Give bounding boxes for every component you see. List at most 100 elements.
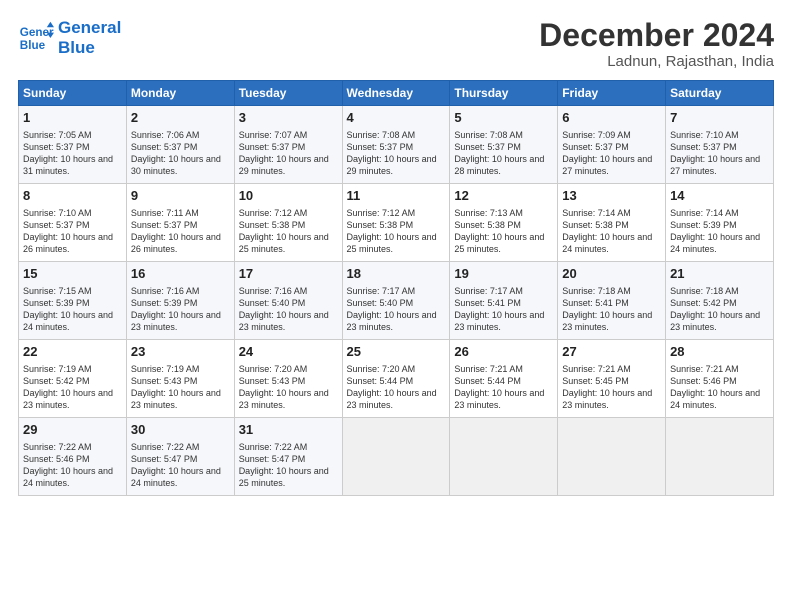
- day-number: 26: [454, 343, 553, 361]
- subtitle: Ladnun, Rajasthan, India: [539, 53, 774, 70]
- daylight-label: Daylight: 10 hours and 23 minutes.: [454, 310, 544, 332]
- daylight-label: Daylight: 10 hours and 24 minutes.: [131, 466, 221, 488]
- daylight-label: Daylight: 10 hours and 23 minutes.: [562, 310, 652, 332]
- day-cell: 11 Sunrise: 7:12 AM Sunset: 5:38 PM Dayl…: [342, 184, 450, 262]
- day-cell: 17 Sunrise: 7:16 AM Sunset: 5:40 PM Dayl…: [234, 262, 342, 340]
- sunset-label: Sunset: 5:38 PM: [562, 220, 629, 230]
- sunset-label: Sunset: 5:43 PM: [239, 376, 306, 386]
- daylight-label: Daylight: 10 hours and 23 minutes.: [347, 310, 437, 332]
- daylight-label: Daylight: 10 hours and 23 minutes.: [347, 388, 437, 410]
- week-row-4: 22 Sunrise: 7:19 AM Sunset: 5:42 PM Dayl…: [19, 340, 774, 418]
- logo-line2: Blue: [58, 38, 121, 58]
- sunrise-label: Sunrise: 7:10 AM: [23, 208, 92, 218]
- week-row-1: 1 Sunrise: 7:05 AM Sunset: 5:37 PM Dayli…: [19, 106, 774, 184]
- sunset-label: Sunset: 5:37 PM: [454, 142, 521, 152]
- sunset-label: Sunset: 5:41 PM: [562, 298, 629, 308]
- day-cell: 29 Sunrise: 7:22 AM Sunset: 5:46 PM Dayl…: [19, 418, 127, 496]
- sunset-label: Sunset: 5:41 PM: [454, 298, 521, 308]
- daylight-label: Daylight: 10 hours and 26 minutes.: [131, 232, 221, 254]
- sunset-label: Sunset: 5:45 PM: [562, 376, 629, 386]
- sunrise-label: Sunrise: 7:12 AM: [347, 208, 416, 218]
- day-number: 16: [131, 265, 230, 283]
- sunrise-label: Sunrise: 7:06 AM: [131, 130, 200, 140]
- week-row-5: 29 Sunrise: 7:22 AM Sunset: 5:46 PM Dayl…: [19, 418, 774, 496]
- day-cell: 26 Sunrise: 7:21 AM Sunset: 5:44 PM Dayl…: [450, 340, 558, 418]
- sunrise-label: Sunrise: 7:11 AM: [131, 208, 199, 218]
- sunrise-label: Sunrise: 7:14 AM: [670, 208, 739, 218]
- sunrise-label: Sunrise: 7:09 AM: [562, 130, 631, 140]
- day-number: 17: [239, 265, 338, 283]
- day-number: 12: [454, 187, 553, 205]
- day-number: 15: [23, 265, 122, 283]
- daylight-label: Daylight: 10 hours and 24 minutes.: [670, 388, 760, 410]
- calendar-header-row: SundayMondayTuesdayWednesdayThursdayFrid…: [19, 81, 774, 106]
- day-cell: 5 Sunrise: 7:08 AM Sunset: 5:37 PM Dayli…: [450, 106, 558, 184]
- sunset-label: Sunset: 5:44 PM: [454, 376, 521, 386]
- day-number: 8: [23, 187, 122, 205]
- header: General Blue General Blue December 2024 …: [18, 18, 774, 70]
- day-cell: 4 Sunrise: 7:08 AM Sunset: 5:37 PM Dayli…: [342, 106, 450, 184]
- day-number: 3: [239, 109, 338, 127]
- header-sunday: Sunday: [19, 81, 127, 106]
- daylight-label: Daylight: 10 hours and 24 minutes.: [562, 232, 652, 254]
- day-number: 21: [670, 265, 769, 283]
- daylight-label: Daylight: 10 hours and 24 minutes.: [670, 232, 760, 254]
- day-cell: 31 Sunrise: 7:22 AM Sunset: 5:47 PM Dayl…: [234, 418, 342, 496]
- header-monday: Monday: [126, 81, 234, 106]
- logo: General Blue General Blue: [18, 18, 121, 59]
- sunset-label: Sunset: 5:39 PM: [670, 220, 737, 230]
- day-cell: 27 Sunrise: 7:21 AM Sunset: 5:45 PM Dayl…: [558, 340, 666, 418]
- header-thursday: Thursday: [450, 81, 558, 106]
- sunrise-label: Sunrise: 7:18 AM: [562, 286, 631, 296]
- sunset-label: Sunset: 5:38 PM: [454, 220, 521, 230]
- header-friday: Friday: [558, 81, 666, 106]
- day-cell: 3 Sunrise: 7:07 AM Sunset: 5:37 PM Dayli…: [234, 106, 342, 184]
- sunset-label: Sunset: 5:38 PM: [239, 220, 306, 230]
- day-number: 25: [347, 343, 446, 361]
- sunrise-label: Sunrise: 7:22 AM: [239, 442, 308, 452]
- sunrise-label: Sunrise: 7:17 AM: [454, 286, 523, 296]
- daylight-label: Daylight: 10 hours and 27 minutes.: [562, 154, 652, 176]
- month-title: December 2024: [539, 18, 774, 53]
- sunset-label: Sunset: 5:46 PM: [670, 376, 737, 386]
- sunset-label: Sunset: 5:37 PM: [131, 220, 198, 230]
- day-number: 7: [670, 109, 769, 127]
- daylight-label: Daylight: 10 hours and 23 minutes.: [454, 388, 544, 410]
- sunrise-label: Sunrise: 7:20 AM: [347, 364, 416, 374]
- daylight-label: Daylight: 10 hours and 26 minutes.: [23, 232, 113, 254]
- sunrise-label: Sunrise: 7:20 AM: [239, 364, 308, 374]
- daylight-label: Daylight: 10 hours and 25 minutes.: [347, 232, 437, 254]
- day-number: 1: [23, 109, 122, 127]
- daylight-label: Daylight: 10 hours and 29 minutes.: [347, 154, 437, 176]
- page-container: General Blue General Blue December 2024 …: [0, 0, 792, 506]
- sunrise-label: Sunrise: 7:13 AM: [454, 208, 523, 218]
- sunrise-label: Sunrise: 7:15 AM: [23, 286, 92, 296]
- day-cell: 13 Sunrise: 7:14 AM Sunset: 5:38 PM Dayl…: [558, 184, 666, 262]
- sunset-label: Sunset: 5:37 PM: [23, 220, 90, 230]
- day-cell: 28 Sunrise: 7:21 AM Sunset: 5:46 PM Dayl…: [666, 340, 774, 418]
- daylight-label: Daylight: 10 hours and 27 minutes.: [670, 154, 760, 176]
- daylight-label: Daylight: 10 hours and 29 minutes.: [239, 154, 329, 176]
- daylight-label: Daylight: 10 hours and 23 minutes.: [670, 310, 760, 332]
- day-number: 24: [239, 343, 338, 361]
- sunset-label: Sunset: 5:46 PM: [23, 454, 90, 464]
- day-number: 22: [23, 343, 122, 361]
- day-cell: 7 Sunrise: 7:10 AM Sunset: 5:37 PM Dayli…: [666, 106, 774, 184]
- day-number: 31: [239, 421, 338, 439]
- day-cell: 10 Sunrise: 7:12 AM Sunset: 5:38 PM Dayl…: [234, 184, 342, 262]
- day-cell: 20 Sunrise: 7:18 AM Sunset: 5:41 PM Dayl…: [558, 262, 666, 340]
- day-number: 9: [131, 187, 230, 205]
- day-cell: 25 Sunrise: 7:20 AM Sunset: 5:44 PM Dayl…: [342, 340, 450, 418]
- header-saturday: Saturday: [666, 81, 774, 106]
- sunrise-label: Sunrise: 7:16 AM: [239, 286, 308, 296]
- sunrise-label: Sunrise: 7:12 AM: [239, 208, 308, 218]
- title-block: December 2024 Ladnun, Rajasthan, India: [539, 18, 774, 70]
- sunset-label: Sunset: 5:38 PM: [347, 220, 414, 230]
- day-cell: 30 Sunrise: 7:22 AM Sunset: 5:47 PM Dayl…: [126, 418, 234, 496]
- sunset-label: Sunset: 5:37 PM: [131, 142, 198, 152]
- day-number: 2: [131, 109, 230, 127]
- day-cell: 21 Sunrise: 7:18 AM Sunset: 5:42 PM Dayl…: [666, 262, 774, 340]
- sunset-label: Sunset: 5:37 PM: [239, 142, 306, 152]
- sunset-label: Sunset: 5:42 PM: [670, 298, 737, 308]
- sunrise-label: Sunrise: 7:21 AM: [454, 364, 523, 374]
